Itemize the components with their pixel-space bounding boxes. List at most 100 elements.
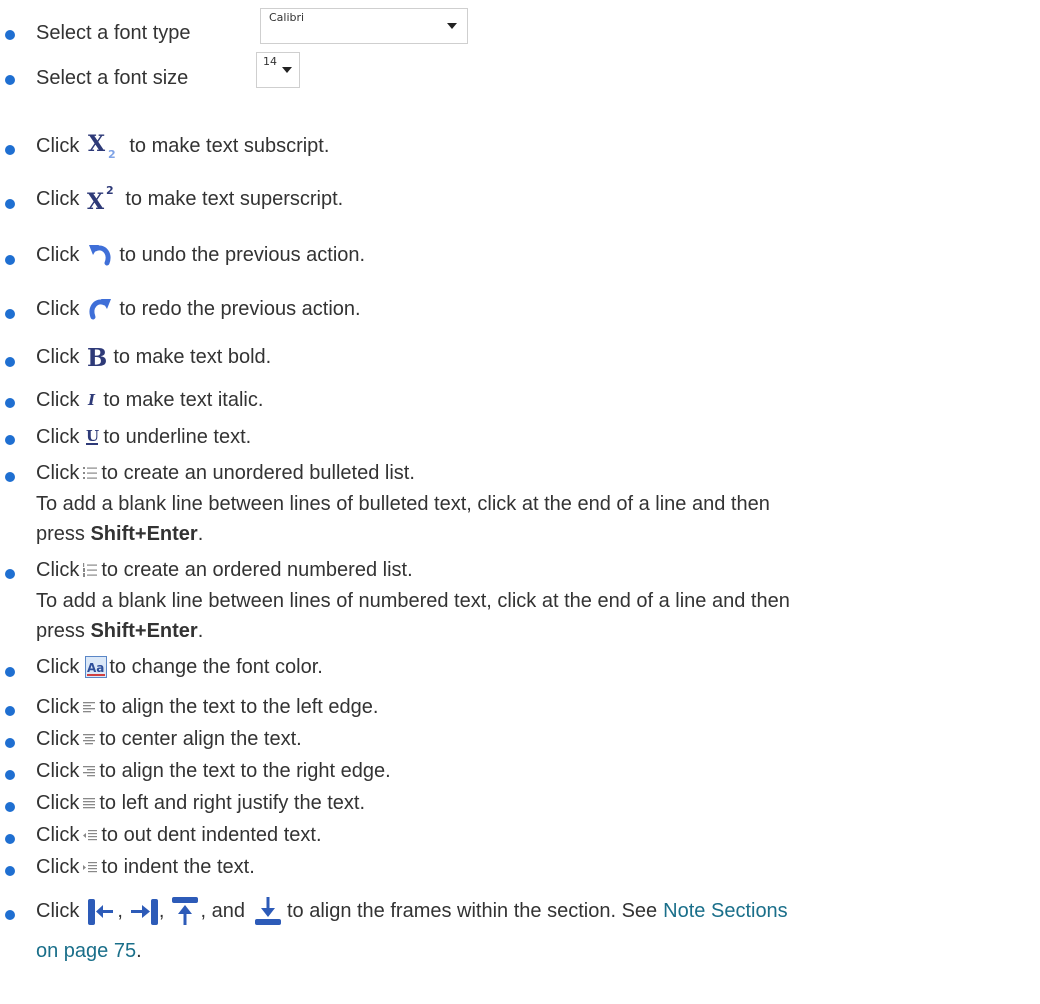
unordered-list-note: To add a blank line between lines of bul…	[36, 493, 770, 515]
item-text: to create an ordered numbered list.	[101, 559, 413, 581]
svg-text:2: 2	[108, 148, 116, 161]
item-text: to redo the previous action.	[119, 298, 361, 320]
item-text: to indent the text.	[101, 856, 255, 878]
underline-icon[interactable]: U	[85, 426, 99, 448]
bullet	[5, 145, 15, 155]
ordered-list-icon[interactable]	[83, 563, 98, 577]
separator-text: ,	[117, 900, 123, 922]
item-text: to align the frames within the section. …	[286, 900, 658, 922]
align-frame-top-icon[interactable]	[170, 895, 200, 927]
align-center-icon[interactable]	[83, 733, 96, 745]
separator-text: , and	[200, 900, 245, 922]
ordered-list-note: To add a blank line between lines of num…	[36, 590, 790, 612]
click-label: Click	[36, 900, 80, 922]
unordered-list-icon[interactable]	[83, 466, 98, 480]
click-label: Click	[36, 656, 80, 678]
outdent-icon[interactable]	[83, 829, 98, 842]
item-text: to change the font color.	[109, 656, 323, 678]
click-label: Click	[36, 346, 80, 368]
bullet	[5, 30, 15, 40]
shortcut-text: Shift+Enter	[90, 523, 198, 545]
item-text: to center align the text.	[99, 728, 302, 750]
svg-text:X: X	[88, 131, 106, 157]
click-label: Click	[36, 244, 80, 266]
item-text: to make text italic.	[103, 389, 264, 411]
bullet	[5, 802, 15, 812]
item-text: to make text superscript.	[125, 188, 344, 210]
superscript-icon[interactable]: X 2	[85, 183, 121, 215]
item-text: to left and right justify the text.	[99, 792, 366, 814]
item-text: to underline text.	[103, 426, 252, 448]
unordered-list-note-cont: press Shift+Enter.	[36, 521, 203, 547]
bullet	[5, 398, 15, 408]
bullet	[5, 834, 15, 844]
bullet	[5, 667, 15, 677]
align-frame-left-icon[interactable]	[87, 895, 117, 927]
bullet	[5, 472, 15, 482]
align-frame-bottom-icon[interactable]	[253, 895, 283, 927]
separator-text: ,	[158, 900, 165, 922]
align-right-icon[interactable]	[83, 765, 96, 777]
svg-text:X: X	[87, 189, 105, 215]
item-text: .	[136, 940, 142, 962]
bullet	[5, 770, 15, 780]
font-type-value: Calibri	[269, 11, 305, 24]
click-label: Click	[36, 856, 80, 878]
bullet	[5, 706, 15, 716]
chevron-down-icon	[447, 23, 457, 29]
note-sections-link[interactable]: Note Sections	[663, 898, 788, 924]
align-left-icon[interactable]	[83, 701, 96, 713]
undo-icon[interactable]	[85, 241, 115, 269]
frame-alignment-cont: on page 75.	[36, 938, 142, 964]
indent-icon[interactable]	[83, 861, 98, 874]
click-label: Click	[36, 426, 80, 448]
subscript-icon[interactable]: X 2	[85, 131, 125, 161]
chevron-down-icon	[282, 67, 292, 73]
font-type-select[interactable]: Calibri	[260, 8, 468, 44]
shortcut-text: Shift+Enter	[90, 620, 198, 642]
svg-text:Aa: Aa	[87, 661, 104, 675]
note-text: .	[197, 620, 204, 642]
item-text: to out dent indented text.	[101, 824, 322, 846]
bullet	[5, 866, 15, 876]
click-label: Click	[36, 824, 80, 846]
bullet	[5, 75, 15, 85]
italic-icon[interactable]: I	[85, 389, 99, 411]
bullet	[5, 309, 15, 319]
click-label: Click	[36, 188, 80, 210]
item-text: to undo the previous action.	[119, 244, 366, 266]
click-label: Click	[36, 389, 80, 411]
bold-icon[interactable]: B	[85, 343, 109, 371]
item-text: to make text subscript.	[129, 135, 330, 157]
click-label: Click	[36, 728, 80, 750]
click-label: Click	[36, 298, 80, 320]
bullet	[5, 569, 15, 579]
redo-icon[interactable]	[85, 295, 115, 323]
svg-text:U: U	[86, 427, 99, 445]
page-reference-link[interactable]: on page 75	[36, 940, 136, 962]
note-text: .	[197, 523, 204, 545]
svg-text:B: B	[87, 343, 107, 371]
item-text: to create an unordered bulleted list.	[101, 462, 415, 484]
bullet	[5, 910, 15, 920]
font-size-label: Select a font size	[36, 67, 189, 89]
click-label: Click	[36, 135, 80, 157]
justify-icon[interactable]	[83, 797, 96, 809]
click-label: Click	[36, 559, 80, 581]
bullet	[5, 255, 15, 265]
bullet	[5, 357, 15, 367]
item-text: to make text bold.	[113, 346, 272, 368]
font-type-label: Select a font type	[36, 22, 191, 44]
click-label: Click	[36, 760, 80, 782]
item-text: to align the text to the left edge.	[99, 696, 379, 718]
font-size-select[interactable]: 14	[256, 52, 300, 88]
svg-text:2: 2	[106, 184, 114, 197]
click-label: Click	[36, 696, 80, 718]
align-frame-right-icon[interactable]	[129, 895, 159, 927]
svg-text:I: I	[87, 391, 96, 409]
font-size-value: 14	[263, 55, 277, 68]
bullet	[5, 435, 15, 445]
font-color-icon[interactable]: Aa	[85, 656, 108, 678]
click-label: Click	[36, 792, 80, 814]
bullet	[5, 199, 15, 209]
